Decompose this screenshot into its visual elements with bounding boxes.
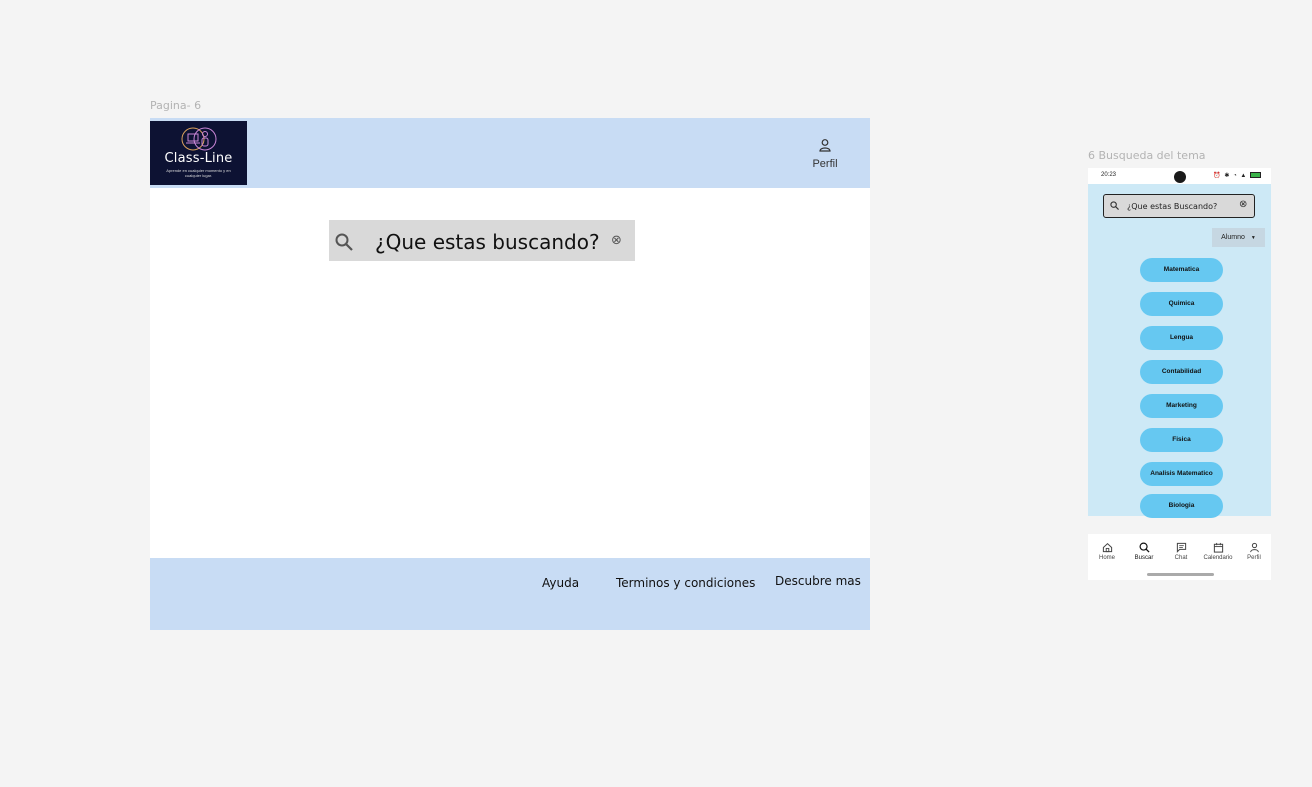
topic-button[interactable]: Biologia xyxy=(1140,494,1223,518)
nav-label-perfil: Perfil xyxy=(1247,555,1261,561)
status-time: 20:23 xyxy=(1101,172,1117,178)
status-bar: 20:23 ⏰ ✱ ◔ ▲ xyxy=(1088,168,1271,184)
footer-link-descubre[interactable]: Descubre mas xyxy=(775,574,861,588)
role-dropdown[interactable]: Alumno ▼ xyxy=(1212,228,1265,247)
topic-button[interactable]: Marketing xyxy=(1140,394,1223,418)
mobile-search-input[interactable]: ¿Que estas Buscando? ⊗ xyxy=(1103,194,1255,218)
header: Class-Line Aprende en cualquier momento … xyxy=(150,118,870,188)
nav-item-chat[interactable]: Chat xyxy=(1166,542,1196,561)
chevron-down-icon: ▼ xyxy=(1250,235,1256,241)
logo-name: Class-Line xyxy=(164,151,233,166)
nav-label-home: Home xyxy=(1098,555,1115,561)
desktop-frame-label: Pagina- 6 xyxy=(150,99,202,112)
desktop-frame: Class-Line Aprende en cualquier momento … xyxy=(150,118,870,630)
footer-link-terminos[interactable]: Terminos y condiciones xyxy=(616,576,755,590)
logo[interactable]: Class-Line Aprende en cualquier momento … xyxy=(150,121,247,185)
clear-icon[interactable]: ⊗ xyxy=(1239,199,1247,210)
topic-button[interactable]: Contabilidad xyxy=(1140,360,1223,384)
nav-item-perfil[interactable]: Perfil xyxy=(1239,542,1269,561)
status-icons: ⏰ ✱ ◔ ▲ xyxy=(1213,172,1261,179)
mobile-content: ¿Que estas Buscando? ⊗ Alumno ▼ Matemati… xyxy=(1088,184,1271,518)
search-icon xyxy=(335,233,353,251)
role-dropdown-value: Alumno xyxy=(1221,234,1245,241)
logo-mark-icon xyxy=(181,127,217,151)
nav-label-chat: Chat xyxy=(1174,555,1188,561)
profile-label: Perfil xyxy=(812,158,838,170)
search-input[interactable]: ¿Que estas buscando? ⊗ xyxy=(329,220,635,261)
topic-button[interactable]: Analisis Matematico xyxy=(1140,462,1223,486)
chat-icon xyxy=(1176,542,1186,553)
search-icon xyxy=(1139,542,1150,553)
topic-button[interactable]: Fisica xyxy=(1140,428,1223,452)
mobile-search-placeholder: ¿Que estas Buscando? xyxy=(1127,202,1218,211)
home-indicator xyxy=(1147,573,1214,576)
footer: Ayuda Terminos y condiciones Descubre ma… xyxy=(150,558,870,630)
mobile-frame: 20:23 ⏰ ✱ ◔ ▲ ¿Que estas Buscando? ⊗ Alu… xyxy=(1088,168,1271,580)
topic-button[interactable]: Matematica xyxy=(1140,258,1223,282)
nav-label-buscar: Buscar xyxy=(1134,555,1154,561)
footer-link-ayuda[interactable]: Ayuda xyxy=(542,576,579,590)
nav-item-buscar[interactable]: Buscar xyxy=(1129,542,1159,561)
nav-label-calendario: Calendario xyxy=(1203,555,1233,561)
profile-button[interactable]: Perfil xyxy=(810,138,840,170)
nav-item-calendario[interactable]: Calendario xyxy=(1203,542,1233,561)
camera-cutout xyxy=(1174,171,1186,183)
topic-button[interactable]: Lengua xyxy=(1140,326,1223,350)
battery-icon xyxy=(1250,172,1261,179)
topic-button[interactable]: Quimica xyxy=(1140,292,1223,316)
logo-tagline: Aprende en cualquier momento y en cualqu… xyxy=(166,168,231,178)
topic-list: Matematica Quimica Lengua Contabilidad M… xyxy=(1140,258,1223,528)
search-placeholder: ¿Que estas buscando? xyxy=(375,230,600,254)
home-icon xyxy=(1102,542,1112,553)
search-icon xyxy=(1110,201,1119,210)
calendar-icon xyxy=(1213,542,1223,553)
clear-icon[interactable]: ⊗ xyxy=(611,233,622,248)
user-icon xyxy=(819,139,831,152)
user-icon xyxy=(1249,542,1259,553)
mobile-frame-label: 6 Busqueda del tema xyxy=(1088,149,1206,162)
nav-item-home[interactable]: Home xyxy=(1092,542,1122,561)
